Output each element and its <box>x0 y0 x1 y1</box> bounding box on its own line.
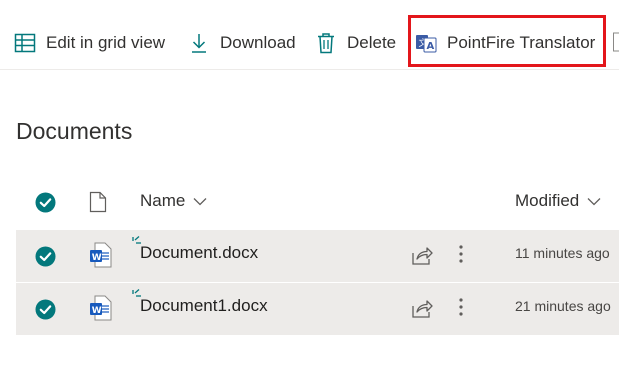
more-options-icon[interactable] <box>458 243 464 270</box>
edit-in-grid-view-label: Edit in grid view <box>46 33 166 52</box>
share-icon[interactable] <box>411 297 433 324</box>
share-icon[interactable] <box>411 244 433 271</box>
column-header-modified[interactable]: Modified <box>515 191 601 211</box>
column-header-name[interactable]: Name <box>140 191 207 211</box>
svg-text:W: W <box>92 253 102 263</box>
file-name-link[interactable]: Document1.docx <box>140 296 268 316</box>
edit-in-grid-view-button[interactable]: Edit in grid view <box>12 25 165 61</box>
translate-icon: 文A <box>413 30 439 56</box>
file-type-icon <box>89 191 107 218</box>
delete-button[interactable]: Delete <box>313 25 396 61</box>
page-title: Documents <box>16 118 133 144</box>
download-label: Download <box>220 33 296 52</box>
file-name-link[interactable]: Document.docx <box>140 243 258 263</box>
chevron-down-icon <box>193 191 207 211</box>
pointfire-translator-button[interactable]: 文A PointFire Translator <box>413 25 595 61</box>
word-file-icon: W <box>90 295 112 326</box>
grid-icon <box>12 30 38 56</box>
chevron-down-icon <box>587 191 601 211</box>
table-row[interactable]: W Document.docx 11 minutes ago <box>16 230 619 282</box>
trash-icon <box>313 30 339 56</box>
row-checkbox[interactable] <box>35 299 56 325</box>
row-checkbox[interactable] <box>35 246 56 272</box>
modified-time: 11 minutes ago <box>515 245 610 261</box>
pointfire-translator-label: PointFire Translator <box>447 33 596 52</box>
select-all-checkbox[interactable] <box>35 192 56 218</box>
modified-time: 21 minutes ago <box>515 298 611 314</box>
download-icon <box>186 30 212 56</box>
delete-label: Delete <box>347 33 397 52</box>
partial-toolbar-icon[interactable] <box>613 32 619 57</box>
command-bar: Edit in grid view Download Delete 文A Poi… <box>0 0 619 70</box>
column-header-name-label: Name <box>140 191 186 210</box>
svg-text:W: W <box>92 306 102 316</box>
more-options-icon[interactable] <box>458 296 464 323</box>
svg-text:A: A <box>427 41 435 52</box>
column-header-modified-label: Modified <box>515 191 580 210</box>
word-file-icon: W <box>90 242 112 273</box>
table-row[interactable]: W Document1.docx 21 minutes ago <box>16 283 619 335</box>
download-button[interactable]: Download <box>186 25 296 61</box>
